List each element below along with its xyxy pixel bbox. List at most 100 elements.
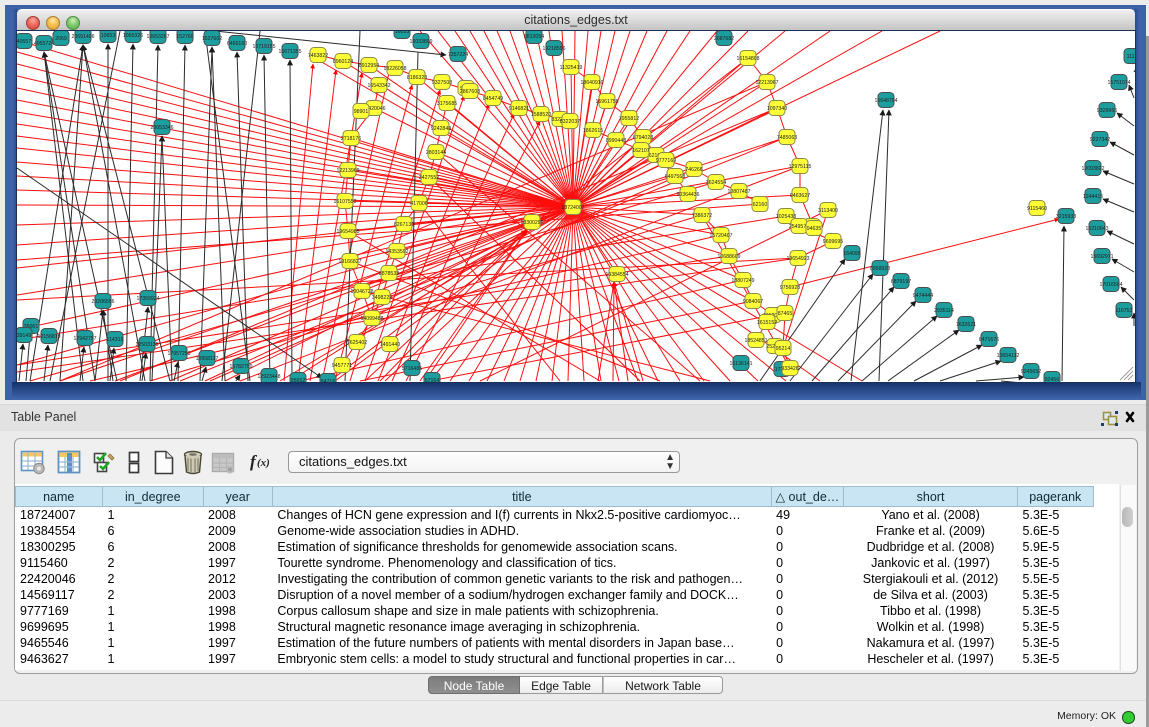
svg-text:746266: 746266 [685,167,702,173]
svg-text:18807249: 18807249 [731,278,754,284]
svg-text:933426: 933426 [781,366,798,372]
svg-text:19218596: 19218596 [542,46,565,52]
svg-text:7625402: 7625402 [347,340,367,346]
svg-text:9245652: 9245652 [1021,369,1041,375]
svg-text:18524851: 18524851 [744,338,767,344]
svg-text:6497568: 6497568 [665,174,685,180]
svg-text:87465: 87465 [778,311,793,317]
svg-text:2935114: 2935114 [934,308,954,314]
svg-text:16961758: 16961758 [595,99,618,105]
svg-text:1244415: 1244415 [1083,194,1103,200]
svg-text:62160: 62160 [753,202,768,208]
svg-text:9457771: 9457771 [332,363,352,369]
svg-text:10719155: 10719155 [252,44,275,50]
svg-text:16782759: 16782759 [229,364,252,370]
svg-text:8878533: 8878533 [379,271,399,277]
svg-text:2867608: 2867608 [460,89,480,95]
svg-text:8471676: 8471676 [979,337,999,343]
svg-text:17957253: 17957253 [167,351,190,357]
svg-text:114319: 114319 [107,337,124,343]
svg-text:8267130: 8267130 [394,222,414,228]
svg-text:7632621: 7632621 [956,322,976,328]
svg-text:12213969: 12213969 [336,168,359,174]
svg-text:12923448: 12923448 [257,374,280,380]
svg-text:14099488: 14099488 [360,316,383,322]
svg-text:1588520: 1588520 [531,112,551,118]
svg-text:8990448: 8990448 [606,138,626,144]
svg-text:39149: 39149 [17,333,31,339]
svg-text:7386372: 7386372 [692,213,712,219]
svg-text:9474444: 9474444 [913,293,933,299]
svg-text:9463627: 9463627 [790,193,810,199]
svg-text:9699695: 9699695 [823,239,843,245]
svg-text:1491440: 1491440 [380,342,400,348]
svg-text:98901: 98901 [354,109,369,115]
svg-text:3113400: 3113400 [818,208,838,214]
svg-text:12942757: 12942757 [73,336,96,342]
svg-text:2087682: 2087682 [714,36,734,42]
svg-text:9084067: 9084067 [743,299,763,305]
svg-text:18300295: 18300295 [520,220,543,226]
svg-text:1527602: 1527602 [202,36,222,42]
svg-text:1862615: 1862615 [583,128,603,134]
svg-text:10688609: 10688609 [717,254,740,260]
svg-text:8958928: 8958928 [870,266,890,272]
svg-text:15692971: 15692971 [1090,254,1113,260]
svg-text:15751074: 15751074 [1107,80,1130,86]
svg-text:8960124: 8960124 [333,59,353,65]
svg-text:9756928: 9756928 [780,285,800,291]
svg-text:95214: 95214 [776,346,791,352]
svg-text:4055724: 4055724 [34,41,54,47]
svg-text:20206556: 20206556 [91,299,114,305]
svg-text:164095: 164095 [843,251,860,257]
svg-text:1097340: 1097340 [767,106,787,112]
svg-text:9146821: 9146821 [509,106,529,112]
svg-text:16154808: 16154808 [736,56,759,62]
svg-text:8454749: 8454749 [483,96,503,102]
svg-text:1112: 1112 [1127,54,1135,60]
svg-text:7485063: 7485063 [777,135,797,141]
svg-text:3624554: 3624554 [706,180,726,186]
svg-text:18724007: 18724007 [561,205,584,211]
svg-text:16210643: 16210643 [1085,226,1108,232]
svg-text:8186328: 8186328 [407,75,427,81]
svg-text:10046728: 10046728 [350,289,373,295]
svg-text:95652: 95652 [291,378,306,382]
svg-text:17016504: 17016504 [1099,282,1122,288]
svg-text:16107553: 16107553 [333,199,356,205]
svg-text:10654112: 10654112 [997,353,1020,359]
svg-text:7955812: 7955812 [619,116,639,122]
svg-text:16543342: 16543342 [367,83,390,89]
svg-text:152760: 152760 [176,34,193,40]
svg-text:16671355: 16671355 [278,49,301,55]
svg-text:1065326: 1065326 [123,33,143,39]
svg-text:19166827: 19166827 [338,259,361,265]
svg-text:92456: 92456 [1045,377,1060,382]
svg-text:2069: 2069 [55,36,67,42]
svg-text:1615152: 1615152 [757,320,777,326]
svg-text:417006: 417006 [410,201,427,207]
svg-text:18640910: 18640910 [580,80,603,86]
svg-text:12156819: 12156819 [37,334,60,340]
svg-text:11325419: 11325419 [560,65,583,71]
svg-text:20053346: 20053346 [150,125,173,131]
svg-text:9115460: 9115460 [1027,206,1047,212]
svg-text:15720407: 15720407 [709,233,732,239]
svg-text:19654985: 19654985 [336,229,359,235]
svg-text:8813054: 8813054 [524,34,544,40]
svg-text:19654923: 19654923 [786,256,809,262]
svg-text:9227342: 9227342 [1090,137,1110,143]
svg-text:6879197: 6879197 [891,279,911,285]
svg-text:17359924: 17359924 [136,296,159,302]
svg-text:14353592: 14353592 [385,249,408,255]
svg-text:8322037: 8322037 [560,119,580,125]
svg-text:3498222: 3498222 [372,295,392,301]
svg-text:16033809: 16033809 [409,39,432,45]
svg-text:19384554: 19384554 [605,272,628,278]
svg-text:16033: 16033 [395,31,410,35]
svg-text:5716485: 5716485 [402,366,422,372]
svg-text:16648794: 16648794 [874,98,897,104]
svg-text:12503135: 12503135 [135,342,158,348]
svg-text:3175685: 3175685 [437,101,457,107]
svg-text:3427552: 3427552 [419,175,439,181]
